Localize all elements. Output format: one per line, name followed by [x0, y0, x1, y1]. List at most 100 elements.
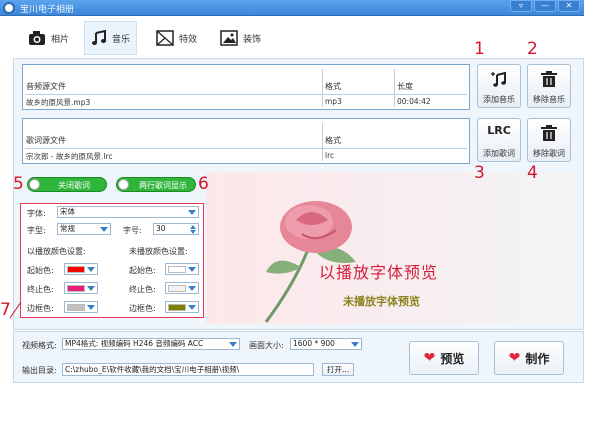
two-line-lyrics-toggle[interactable]: 两行歌词显示 — [116, 177, 196, 192]
lyrics-preview-area: 以播放字体预览 未播放字体预览 — [206, 172, 577, 324]
title-bar: 宝川电子相册 ▿ — ✕ — [0, 0, 584, 16]
output-dir-label: 输出目录: — [22, 366, 57, 375]
font-settings-panel: 字体: 宋体 字型: 常规 字号: 30 以播放颜色设置: 未播放颜色设置: 起… — [20, 203, 204, 318]
played-border-color-picker[interactable] — [64, 301, 98, 313]
chevron-down-icon — [188, 305, 196, 310]
audio-file-length[interactable]: 00:04:42 — [397, 97, 431, 106]
column-header-lyrics-format: 格式 — [325, 136, 341, 145]
played-text-preview: 以播放字体预览 — [319, 263, 439, 282]
spin-up-icon[interactable] — [190, 225, 196, 229]
unplayed-color-title: 未播放颜色设置: — [129, 247, 188, 256]
tab-effects[interactable]: 特效 — [150, 21, 203, 55]
played-start-label: 起始色: — [27, 266, 54, 275]
tab-effects-label: 特效 — [179, 34, 198, 45]
style-label: 字型: — [27, 226, 46, 235]
font-size-value: 30 — [156, 224, 166, 233]
video-format-value: MP4格式: 视频编码 H246 音频编码 ACC — [65, 339, 204, 348]
lyrics-file-name[interactable]: 宗次郎 - 故乡的原风景.lrc — [26, 151, 112, 162]
unplayed-start-color-picker[interactable] — [165, 263, 199, 275]
close-button[interactable]: ✕ — [558, 0, 580, 12]
heart-icon: ❤ — [423, 350, 436, 366]
lrc-icon: LRC — [487, 124, 511, 137]
lyrics-file-table[interactable]: 歌词源文件 格式 宗次郎 - 故乡的原风景.lrc lrc — [22, 118, 470, 164]
open-folder-button[interactable]: 打开... — [322, 363, 355, 376]
unplayed-end-label: 终止色: — [129, 285, 156, 294]
minimize-button[interactable]: — — [534, 0, 556, 12]
played-start-color-picker[interactable] — [64, 263, 98, 275]
unplayed-border-color-picker[interactable] — [165, 301, 199, 313]
frame-size-label: 画面大小: — [249, 341, 284, 350]
column-header-format: 格式 — [325, 82, 341, 91]
remove-music-button[interactable]: 移除音乐 — [527, 64, 571, 108]
annotation-4: 4 — [527, 163, 538, 183]
size-label: 字号: — [123, 226, 142, 235]
font-label: 字体: — [27, 209, 46, 218]
annotation-3: 3 — [474, 163, 485, 183]
spin-down-icon[interactable] — [190, 230, 196, 234]
tab-photos[interactable]: 相片 — [22, 21, 75, 55]
unplayed-border-label: 边框色: — [129, 304, 156, 313]
font-size-spinner[interactable]: 30 — [153, 223, 199, 235]
preview-button-label: 预览 — [440, 351, 465, 366]
tab-music-label: 音乐 — [112, 34, 131, 45]
unplayed-end-color-picker[interactable] — [165, 282, 199, 294]
add-music-icon — [491, 71, 506, 87]
heart-icon: ❤ — [508, 350, 521, 366]
chevron-down-icon — [351, 342, 359, 347]
chevron-down-icon — [229, 342, 237, 347]
two-line-lyrics-label: 两行歌词显示 — [139, 181, 187, 190]
annotation-1: 1 — [474, 39, 485, 59]
chevron-down-icon — [87, 286, 95, 291]
add-lyrics-button[interactable]: LRC 添加歌词 — [477, 118, 521, 162]
played-border-label: 边框色: — [27, 304, 54, 313]
trash-icon — [541, 125, 557, 141]
remove-music-label: 移除音乐 — [533, 95, 565, 104]
audio-file-format[interactable]: mp3 — [325, 97, 342, 106]
trash-icon — [541, 71, 557, 87]
make-video-button-label: 制作 — [525, 351, 550, 366]
audio-file-table[interactable]: 音频源文件 格式 长度 故乡的原风景.mp3 mp3 00:04:42 — [22, 64, 470, 110]
add-music-button[interactable]: 添加音乐 — [477, 64, 521, 108]
video-format-label: 视频格式: — [22, 341, 57, 350]
image-icon — [220, 30, 238, 46]
played-end-color-picker[interactable] — [64, 282, 98, 294]
window-title: 宝川电子相册 — [20, 5, 75, 15]
font-style-value: 常规 — [60, 224, 75, 233]
column-header-lyrics-file: 歌词源文件 — [26, 136, 66, 145]
column-header-length: 长度 — [397, 82, 413, 91]
add-music-label: 添加音乐 — [483, 95, 515, 104]
film-clapper-icon — [156, 30, 174, 46]
preview-button[interactable]: ❤ 预览 — [409, 341, 479, 375]
output-dir-field[interactable]: C:\zhubo_E\软件收藏\我的文档\宝川电子相册\视频\ — [62, 363, 314, 376]
tab-music[interactable]: 音乐 — [84, 21, 138, 55]
make-video-button[interactable]: ❤ 制作 — [494, 341, 564, 375]
unplayed-start-label: 起始色: — [129, 266, 156, 275]
app-logo-icon — [3, 2, 15, 14]
close-lyrics-toggle[interactable]: 关闭歌词 — [27, 177, 107, 192]
chevron-down-icon — [188, 210, 196, 215]
lyrics-file-format[interactable]: lrc — [325, 151, 334, 160]
tab-photos-label: 相片 — [51, 34, 70, 45]
add-lyrics-label: 添加歌词 — [483, 149, 515, 158]
font-value: 宋体 — [60, 207, 75, 216]
camera-icon — [29, 31, 45, 45]
audio-file-name[interactable]: 故乡的原风景.mp3 — [26, 97, 90, 108]
font-style-select[interactable]: 常规 — [57, 223, 111, 235]
played-color-title: 以播放颜色设置: — [27, 247, 86, 256]
music-note-icon — [92, 30, 106, 45]
frame-size-select[interactable]: 1600 * 900 — [290, 338, 362, 350]
tab-decorations[interactable]: 装饰 — [214, 21, 267, 55]
chevron-down-icon — [188, 286, 196, 291]
annotation-6: 6 — [198, 174, 209, 194]
remove-lyrics-button[interactable]: 移除歌词 — [527, 118, 571, 162]
chevron-down-icon — [188, 267, 196, 272]
font-select[interactable]: 宋体 — [57, 206, 199, 218]
annotation-5: 5 — [13, 174, 24, 194]
chevron-down-icon — [87, 305, 95, 310]
remove-lyrics-label: 移除歌词 — [533, 149, 565, 158]
tab-bar: 相片 音乐 特效 装饰 — [0, 17, 584, 58]
dropdown-window-button[interactable]: ▿ — [510, 0, 532, 12]
tab-decorations-label: 装饰 — [243, 34, 262, 45]
video-format-select[interactable]: MP4格式: 视频编码 H246 音频编码 ACC — [62, 338, 240, 350]
chevron-down-icon — [100, 227, 108, 232]
